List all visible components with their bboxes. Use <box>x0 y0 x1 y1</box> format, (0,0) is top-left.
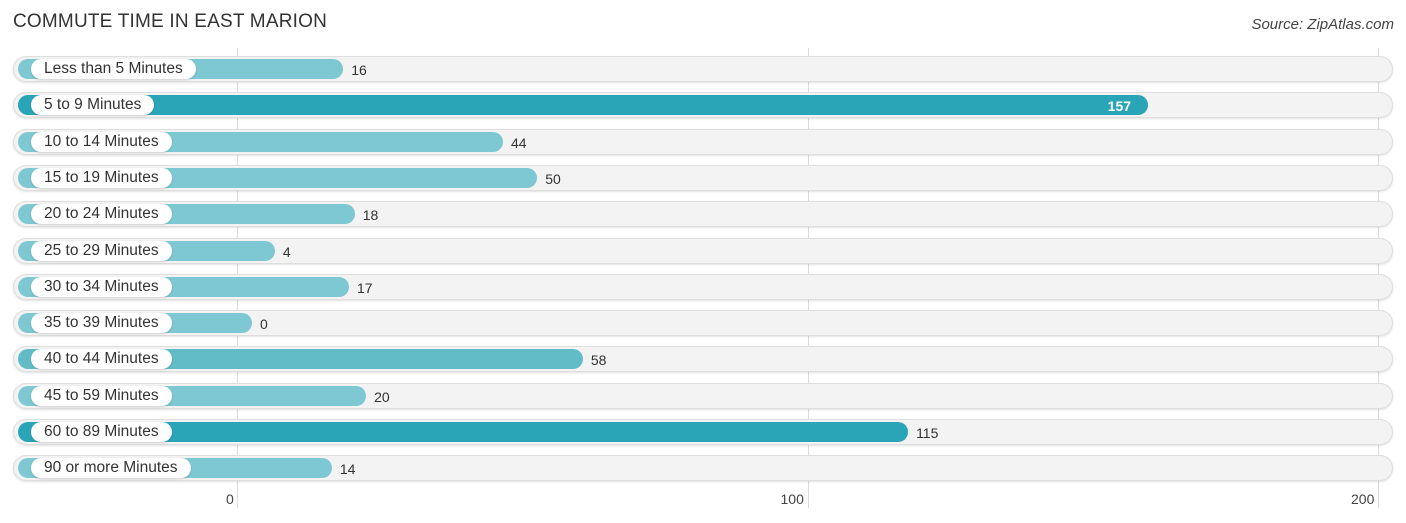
value-label: 20 <box>374 388 390 405</box>
axis-tick-label: 100 <box>780 491 804 507</box>
value-label: 4 <box>282 243 291 260</box>
category-label: 90 or more Minutes <box>31 458 191 479</box>
category-label: 25 to 29 Minutes <box>31 240 172 261</box>
axis-tick-label: 200 <box>1351 491 1375 507</box>
value-label: 58 <box>590 352 607 369</box>
value-label: 16 <box>351 62 367 78</box>
category-label: Less than 5 Minutes <box>31 59 196 79</box>
value-label: 50 <box>545 170 561 187</box>
value-label: 14 <box>339 461 356 478</box>
category-label: 15 to 19 Minutes <box>31 167 172 188</box>
value-label: 115 <box>916 425 939 441</box>
category-label: 45 to 59 Minutes <box>31 385 172 406</box>
category-label: 10 to 14 Minutes <box>31 131 172 152</box>
source-label: Source: ZipAtlas.com <box>1251 16 1394 33</box>
category-label: 40 to 44 Minutes <box>31 349 172 370</box>
category-label: 5 to 9 Minutes <box>31 95 155 116</box>
value-label: 17 <box>356 279 373 296</box>
bar[interactable] <box>18 95 1148 116</box>
value-label: 44 <box>511 134 527 151</box>
category-label: 30 to 34 Minutes <box>31 276 172 297</box>
category-label: 20 to 24 Minutes <box>31 204 172 225</box>
category-label: 60 to 89 Minutes <box>31 422 172 442</box>
axis-tick-label: 0 <box>226 491 234 507</box>
category-label: 35 to 39 Minutes <box>31 313 172 334</box>
chart-title: COMMUTE TIME IN EAST MARION <box>13 11 327 32</box>
value-label: 157 <box>1107 98 1132 115</box>
value-label: 0 <box>260 316 268 333</box>
value-label: 18 <box>362 207 379 224</box>
